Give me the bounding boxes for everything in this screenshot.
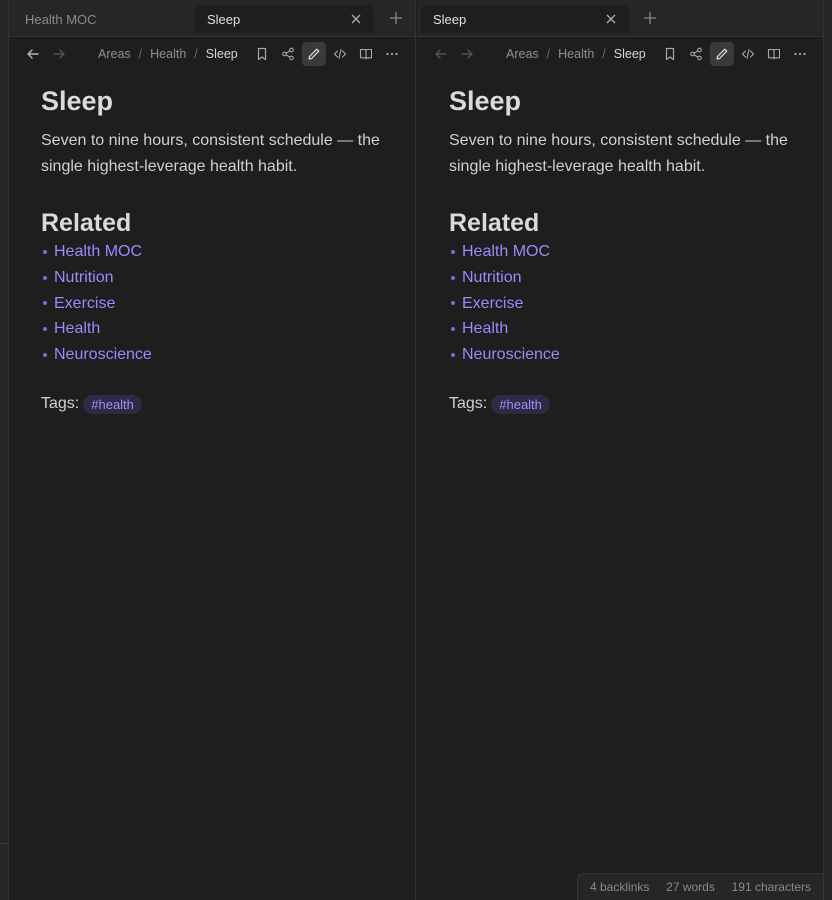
book-open-icon[interactable]: [354, 42, 378, 66]
tab-sleep[interactable]: Sleep: [421, 5, 629, 33]
tab-bar: Health MOC Sleep: [9, 0, 415, 37]
list-item: Neuroscience: [449, 342, 789, 368]
bullet: [451, 327, 455, 332]
breadcrumb-areas[interactable]: Areas: [506, 47, 539, 61]
right-sidebar-edge: [824, 0, 832, 900]
list-item: Health MOC: [449, 239, 789, 265]
note-title: Sleep: [41, 86, 114, 116]
link-neuroscience[interactable]: Neuroscience: [462, 342, 560, 368]
note-paragraph: Seven to nine hours, consistent schedule…: [41, 132, 380, 175]
breadcrumb-health[interactable]: Health: [558, 47, 594, 61]
tab-label: Sleep: [207, 11, 241, 27]
related-heading: Related: [41, 209, 132, 237]
link-health[interactable]: Health: [54, 316, 100, 342]
bullet: [451, 353, 455, 358]
status-backlinks[interactable]: 4 backlinks: [590, 880, 649, 894]
tags-line: Tags: #health: [41, 394, 381, 414]
list-item: Nutrition: [41, 265, 381, 291]
list-item: Exercise: [449, 291, 789, 317]
left-pane: Health MOC Sleep Areas / Health / Sleep: [9, 0, 416, 900]
pencil-icon[interactable]: [302, 42, 326, 66]
breadcrumb-areas[interactable]: Areas: [98, 47, 131, 61]
sidebar-divider: [0, 843, 9, 844]
list-item: Exercise: [41, 291, 381, 317]
close-icon[interactable]: [346, 9, 366, 29]
note-content: Sleep Seven to nine hours, consistent sc…: [449, 84, 789, 414]
list-item: Health: [449, 316, 789, 342]
list-item: Neuroscience: [41, 342, 381, 368]
link-exercise[interactable]: Exercise: [462, 291, 523, 317]
share-icon[interactable]: [684, 42, 708, 66]
note-paragraph: Seven to nine hours, consistent schedule…: [449, 132, 788, 175]
bookmark-icon[interactable]: [658, 42, 682, 66]
bullet: [43, 353, 47, 358]
list-item: Health MOC: [41, 239, 381, 265]
share-icon[interactable]: [276, 42, 300, 66]
book-open-icon[interactable]: [762, 42, 786, 66]
bullet: [451, 301, 455, 306]
link-neuroscience[interactable]: Neuroscience: [54, 342, 152, 368]
tags-label: Tags:: [41, 395, 80, 413]
bullet: [43, 327, 47, 332]
related-heading: Related: [449, 209, 540, 237]
breadcrumb: Areas / Health / Sleep: [506, 37, 646, 71]
related-list: Health MOC Nutrition Exercise Health Neu…: [449, 239, 789, 368]
related-list: Health MOC Nutrition Exercise Health Neu…: [41, 239, 381, 368]
arrow-right-icon[interactable]: [47, 42, 71, 66]
code-icon[interactable]: [736, 42, 760, 66]
right-pane: Sleep Areas / Health / Sleep Sleep Seven…: [417, 0, 824, 900]
note-content: Sleep Seven to nine hours, consistent sc…: [41, 84, 381, 414]
tag-health[interactable]: #health: [491, 394, 550, 414]
status-character-count: 191 characters: [731, 880, 811, 894]
bullet: [43, 249, 47, 254]
note-title: Sleep: [449, 86, 522, 116]
breadcrumb: Areas / Health / Sleep: [98, 37, 238, 71]
list-item: Nutrition: [449, 265, 789, 291]
arrow-left-icon[interactable]: [21, 42, 45, 66]
plus-icon[interactable]: [640, 8, 660, 28]
tag-health[interactable]: #health: [83, 394, 142, 414]
tags-label: Tags:: [449, 395, 488, 413]
breadcrumb-current[interactable]: Sleep: [206, 47, 238, 61]
bullet: [451, 249, 455, 254]
link-health-moc[interactable]: Health MOC: [54, 239, 142, 265]
bullet: [43, 301, 47, 306]
status-word-count: 27 words: [666, 880, 715, 894]
link-health-moc[interactable]: Health MOC: [462, 239, 550, 265]
tab-health-moc[interactable]: Health MOC: [9, 5, 189, 33]
plus-icon[interactable]: [386, 8, 406, 28]
breadcrumb-separator: /: [194, 47, 198, 61]
bullet: [451, 275, 455, 280]
breadcrumb-separator: /: [602, 47, 606, 61]
tab-label: Sleep: [433, 11, 467, 27]
pencil-icon[interactable]: [710, 42, 734, 66]
tags-line: Tags: #health: [449, 394, 789, 414]
tab-sleep[interactable]: Sleep: [195, 5, 374, 33]
link-exercise[interactable]: Exercise: [54, 291, 115, 317]
link-nutrition[interactable]: Nutrition: [54, 265, 114, 291]
breadcrumb-separator: /: [138, 47, 143, 61]
breadcrumb-separator: /: [546, 47, 551, 61]
breadcrumb-current[interactable]: Sleep: [614, 47, 646, 61]
tab-bar: Sleep: [417, 0, 823, 37]
view-header: Areas / Health / Sleep: [417, 37, 823, 71]
bookmark-icon[interactable]: [250, 42, 274, 66]
status-bar: 4 backlinks 27 words 191 characters: [577, 873, 824, 900]
breadcrumb-health[interactable]: Health: [150, 47, 186, 61]
bullet: [43, 275, 47, 280]
more-horizontal-icon[interactable]: [788, 42, 812, 66]
link-health[interactable]: Health: [462, 316, 508, 342]
arrow-right-icon[interactable]: [455, 42, 479, 66]
list-item: Health: [41, 316, 381, 342]
arrow-left-icon[interactable]: [429, 42, 453, 66]
link-nutrition[interactable]: Nutrition: [462, 265, 522, 291]
left-sidebar-edge: [0, 0, 9, 900]
more-horizontal-icon[interactable]: [380, 42, 404, 66]
code-icon[interactable]: [328, 42, 352, 66]
close-icon[interactable]: [601, 9, 621, 29]
view-header: Areas / Health / Sleep: [9, 37, 415, 71]
tab-label: Health MOC: [25, 11, 97, 27]
